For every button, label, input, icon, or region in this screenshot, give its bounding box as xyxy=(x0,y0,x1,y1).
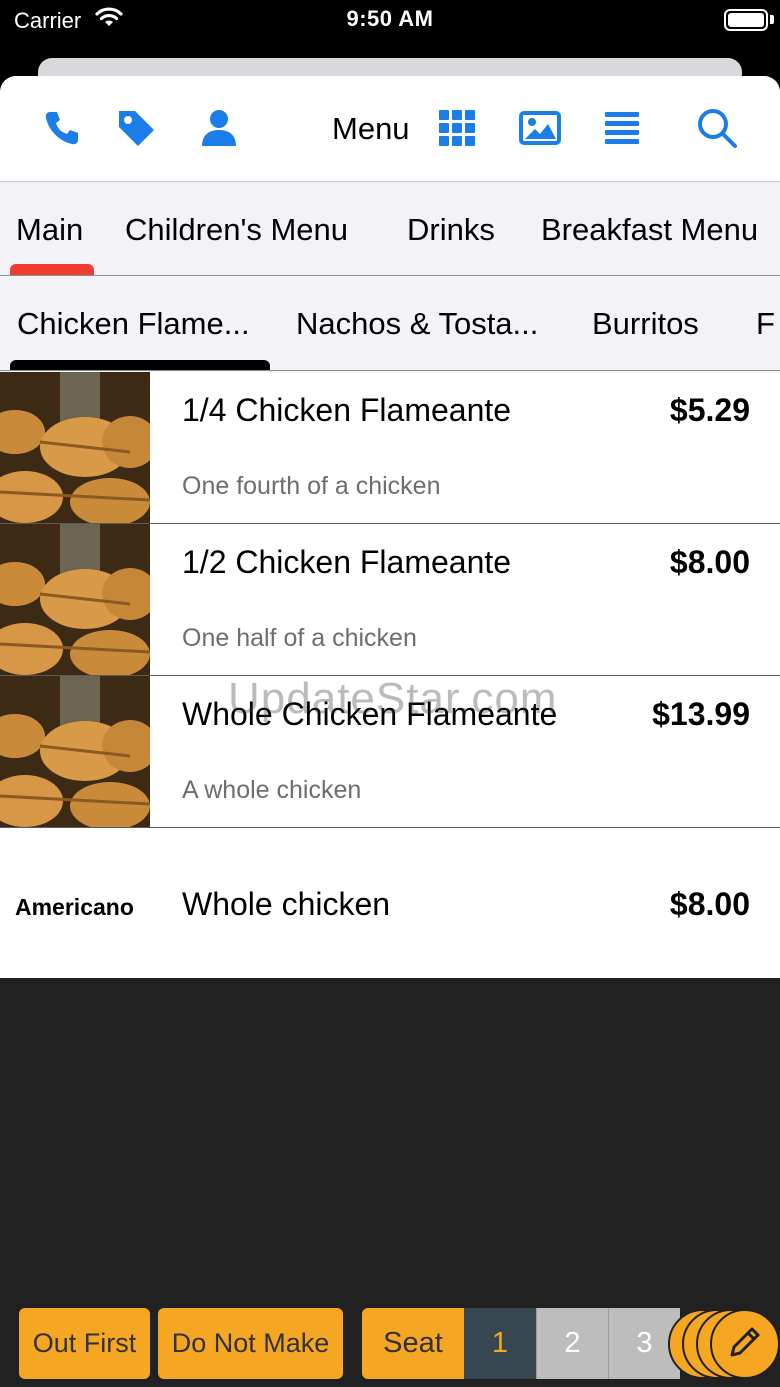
chicken-photo xyxy=(0,676,150,827)
clock: 9:50 AM xyxy=(346,6,434,31)
item-name: 1/2 Chicken Flameante xyxy=(182,544,512,580)
chicken-photo xyxy=(0,524,150,675)
do-not-make-button[interactable]: Do Not Make xyxy=(158,1308,343,1379)
category-tabs: Main Children's Menu Drinks Breakfast Me… xyxy=(0,182,780,276)
bottom-action-bar: Out First Do Not Make Seat 1 2 3 xyxy=(0,1308,780,1387)
battery-icon xyxy=(724,9,768,31)
image-icon[interactable] xyxy=(518,106,562,150)
list-icon[interactable] xyxy=(600,106,644,150)
menu-item[interactable]: Americano Whole chicken $8.00 xyxy=(0,828,780,980)
watermark: UpdateStar.com xyxy=(228,674,558,723)
item-price: $8.00 xyxy=(669,544,750,580)
search-icon[interactable] xyxy=(695,106,739,150)
top-toolbar: Menu xyxy=(0,76,780,182)
tab-drinks[interactable]: Drinks xyxy=(407,212,495,248)
menu-sheet: Menu Main Children's Menu Drinks Breakfa… xyxy=(0,76,780,1387)
item-price: $13.99 xyxy=(652,696,750,732)
pencil-icon xyxy=(726,1323,764,1366)
grid-icon[interactable] xyxy=(435,106,479,150)
edit-button[interactable] xyxy=(710,1309,780,1379)
action-button-stack xyxy=(668,1308,780,1387)
battery-tip xyxy=(770,15,774,24)
item-price: $5.29 xyxy=(669,392,750,428)
item-name: Whole chicken xyxy=(182,886,391,922)
subtab-partial[interactable]: F xyxy=(756,306,775,342)
item-description: A whole chicken xyxy=(182,776,362,804)
item-price: $8.00 xyxy=(669,886,750,922)
seat-1-button[interactable]: 1 xyxy=(464,1308,536,1379)
page-title: Menu xyxy=(332,111,410,146)
chicken-photo xyxy=(0,372,150,523)
person-icon[interactable] xyxy=(197,106,241,150)
subcategory-tabs: Chicken Flame... Nachos & Tosta... Burri… xyxy=(0,276,780,371)
item-description: One half of a chicken xyxy=(182,624,417,652)
menu-item[interactable]: 1/4 Chicken Flameante $5.29 One fourth o… xyxy=(0,372,780,524)
seat-label: Seat xyxy=(362,1308,464,1379)
item-description: One fourth of a chicken xyxy=(182,472,441,500)
menu-item[interactable]: 1/2 Chicken Flameante $8.00 One half of … xyxy=(0,524,780,676)
tab-breakfast-menu[interactable]: Breakfast Menu xyxy=(541,212,758,248)
seat-selector: Seat 1 2 3 xyxy=(362,1308,680,1379)
selected-subtab-indicator xyxy=(10,360,270,370)
tab-main[interactable]: Main xyxy=(16,212,83,248)
tab-childrens-menu[interactable]: Children's Menu xyxy=(125,212,348,248)
item-thumb-label: Americano xyxy=(15,894,134,920)
status-bar: Carrier 9:50 AM xyxy=(0,0,780,56)
seat-2-button[interactable]: 2 xyxy=(536,1308,608,1379)
item-name: 1/4 Chicken Flameante xyxy=(182,392,512,428)
subtab-burritos[interactable]: Burritos xyxy=(592,306,699,342)
subtab-chicken-flameante[interactable]: Chicken Flame... xyxy=(17,306,250,342)
phone-icon[interactable] xyxy=(40,106,84,150)
tag-icon[interactable] xyxy=(114,106,158,150)
selected-tab-indicator xyxy=(10,264,94,275)
out-first-button[interactable]: Out First xyxy=(19,1308,150,1379)
subtab-nachos-tostadas[interactable]: Nachos & Tosta... xyxy=(296,306,538,342)
